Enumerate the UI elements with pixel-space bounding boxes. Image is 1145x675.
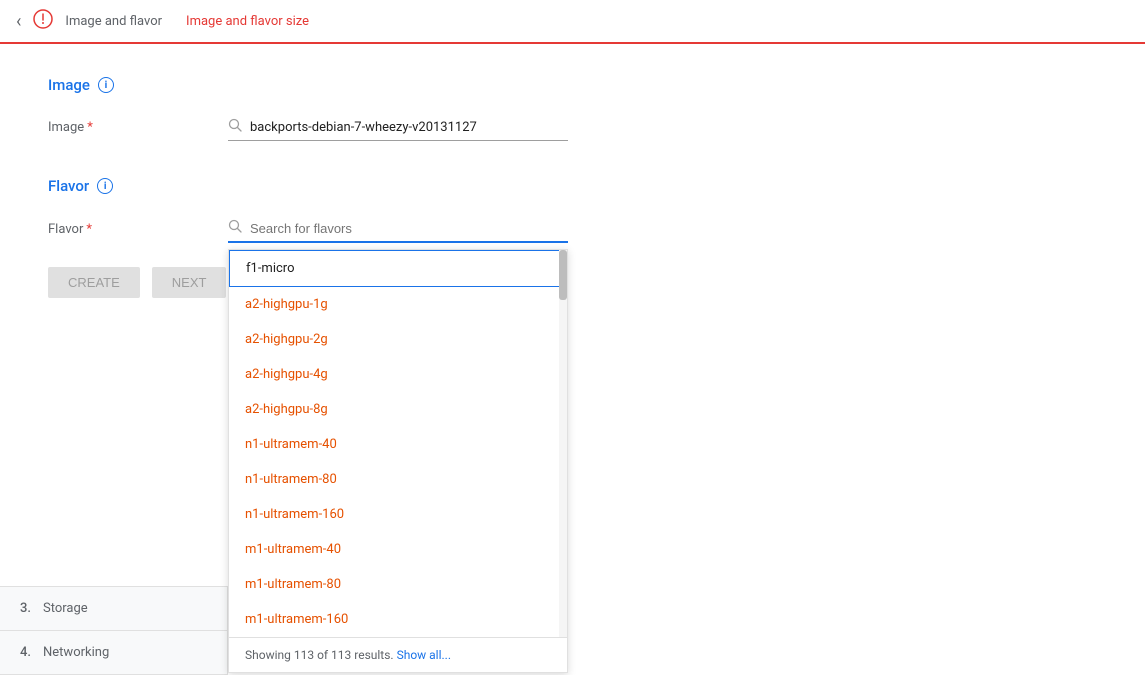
dropdown-item-a2-highgpu-2g[interactable]: a2-highgpu-2g <box>229 322 567 357</box>
storage-step-label: Storage <box>43 601 88 616</box>
image-input-wrapper[interactable]: backports-debian-7-wheezy-v20131127 <box>228 114 568 141</box>
show-all-link[interactable]: Show all... <box>397 648 451 662</box>
sidebar-step-storage[interactable]: 3. Storage <box>0 587 227 631</box>
image-field-label: Image* <box>48 120 228 135</box>
dropdown-item-f1-micro[interactable]: f1-micro <box>229 250 567 287</box>
dropdown-scrollbar <box>559 250 567 637</box>
chevron-down-icon[interactable]: ‹ <box>16 11 21 32</box>
dropdown-item-n1-ultramem-40[interactable]: n1-ultramem-40 <box>229 427 567 462</box>
dropdown-item-n1-ultramem-80[interactable]: n1-ultramem-80 <box>229 462 567 497</box>
alert-icon <box>33 9 53 34</box>
dropdown-result-count: Showing 113 of 113 results. <box>245 648 394 662</box>
layout: Image i Image* backports-debian-7-wheezy… <box>0 44 1145 675</box>
dropdown-item-a2-highgpu-4g[interactable]: a2-highgpu-4g <box>229 357 567 392</box>
flavor-search-input[interactable] <box>250 221 568 236</box>
sidebar-step-networking[interactable]: 4. Networking <box>0 631 227 675</box>
flavor-search-icon <box>228 219 242 237</box>
flavor-field-label: Flavor* <box>48 222 228 237</box>
main-content: Image i Image* backports-debian-7-wheezy… <box>0 44 1145 675</box>
create-button[interactable]: CREATE <box>48 267 140 298</box>
top-bar: ‹ Image and flavor Image and flavor size <box>0 0 1145 44</box>
flavor-section: Flavor i Flavor* <box>48 177 1097 298</box>
dropdown-item-m1-ultramem-40[interactable]: m1-ultramem-40 <box>229 532 567 567</box>
networking-step-num: 4. <box>20 645 31 660</box>
dropdown-item-n1-ultramem-160[interactable]: n1-ultramem-160 <box>229 497 567 532</box>
networking-step-label: Networking <box>43 645 109 660</box>
flavor-section-header: Flavor i <box>48 177 1097 195</box>
image-section: Image i Image* backports-debian-7-wheezy… <box>48 76 1097 141</box>
flavor-field-row: Flavor* <box>48 215 1097 243</box>
top-bar-title: Image and flavor <box>65 14 162 29</box>
storage-step-num: 3. <box>20 601 31 616</box>
image-field-row: Image* backports-debian-7-wheezy-v201311… <box>48 114 1097 141</box>
image-info-icon[interactable]: i <box>98 77 114 93</box>
dropdown-scrollbar-thumb[interactable] <box>559 250 567 300</box>
flavor-section-title: Flavor <box>48 177 89 195</box>
flavor-dropdown: f1-micro a2-highgpu-1g a2-highgpu-2g a2-… <box>228 249 568 673</box>
image-value: backports-debian-7-wheezy-v20131127 <box>250 120 477 135</box>
flavor-info-icon[interactable]: i <box>97 178 113 194</box>
flavor-input-wrapper[interactable] <box>228 215 568 243</box>
search-icon <box>228 118 242 136</box>
flavor-dropdown-container: f1-micro a2-highgpu-1g a2-highgpu-2g a2-… <box>228 215 568 243</box>
dropdown-item-m1-ultramem-160[interactable]: m1-ultramem-160 <box>229 602 567 637</box>
dropdown-item-m1-ultramem-80[interactable]: m1-ultramem-80 <box>229 567 567 602</box>
dropdown-footer: Showing 113 of 113 results. Show all... <box>229 637 567 672</box>
dropdown-item-a2-highgpu-8g[interactable]: a2-highgpu-8g <box>229 392 567 427</box>
image-section-header: Image i <box>48 76 1097 94</box>
button-row: CREATE NEXT C <box>48 267 1097 298</box>
next-button[interactable]: NEXT <box>152 267 227 298</box>
image-section-title: Image <box>48 76 90 94</box>
top-bar-subtitle: Image and flavor size <box>186 14 309 29</box>
dropdown-item-a2-highgpu-1g[interactable]: a2-highgpu-1g <box>229 287 567 322</box>
sidebar: 3. Storage 4. Networking <box>0 586 228 675</box>
